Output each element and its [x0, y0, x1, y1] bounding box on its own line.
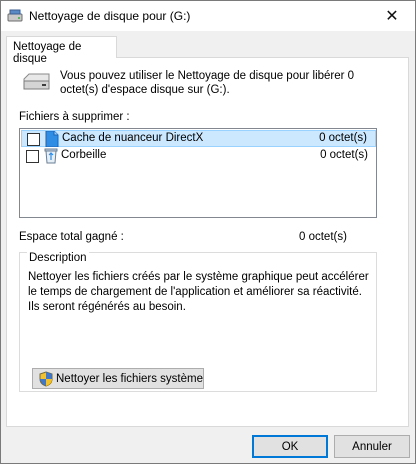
files-list[interactable]: Cache de nuanceur DirectX 0 octet(s) Cor… — [19, 128, 377, 218]
drive-icon — [23, 73, 50, 90]
file-size: 0 octet(s) — [320, 149, 368, 161]
checkbox-recycle-bin[interactable] — [26, 150, 39, 163]
list-item-directx-shader-cache[interactable]: Cache de nuanceur DirectX 0 octet(s) — [21, 130, 376, 147]
tab-disk-cleanup[interactable]: Nettoyage de disque — [6, 36, 117, 65]
file-name: Cache de nuanceur DirectX — [62, 132, 204, 144]
ok-button[interactable]: OK — [252, 435, 328, 458]
recycle-bin-icon — [44, 148, 58, 164]
description-legend: Description — [27, 252, 89, 264]
file-name: Corbeille — [61, 149, 107, 161]
file-size: 0 octet(s) — [319, 132, 367, 144]
cancel-button[interactable]: Annuler — [334, 435, 410, 458]
description-text: Nettoyer les fichiers créés par le systè… — [28, 271, 369, 313]
total-space-label: Espace total gagné : — [19, 231, 124, 243]
close-icon: ✕ — [385, 8, 399, 25]
list-item-recycle-bin[interactable]: Corbeille 0 octet(s) — [21, 148, 376, 165]
window-title: Nettoyage de disque pour (G:) — [29, 9, 191, 23]
clean-system-files-button[interactable]: Nettoyer les fichiers système — [32, 368, 204, 389]
total-space-value: 0 octet(s) — [299, 231, 347, 243]
shield-icon — [39, 370, 53, 387]
checkbox-directx-shader-cache[interactable] — [27, 133, 40, 146]
intro-text: Vous pouvez utiliser le Nettoyage de dis… — [60, 70, 355, 96]
close-button[interactable]: ✕ — [369, 1, 415, 31]
files-to-delete-label: Fichiers à supprimer : — [19, 111, 130, 123]
clean-system-files-label: Nettoyer les fichiers système — [56, 372, 203, 385]
disk-cleanup-window: Nettoyage de disque pour (G:) ✕ Nettoyag… — [0, 0, 416, 464]
description-group: Description Nettoyer les fichiers créés … — [19, 252, 377, 392]
file-icon — [45, 131, 59, 147]
disk-cleanup-app-icon — [7, 9, 23, 22]
tab-panel: Vous pouvez utiliser le Nettoyage de dis… — [6, 57, 409, 427]
title-bar[interactable]: Nettoyage de disque pour (G:) ✕ — [1, 1, 415, 31]
